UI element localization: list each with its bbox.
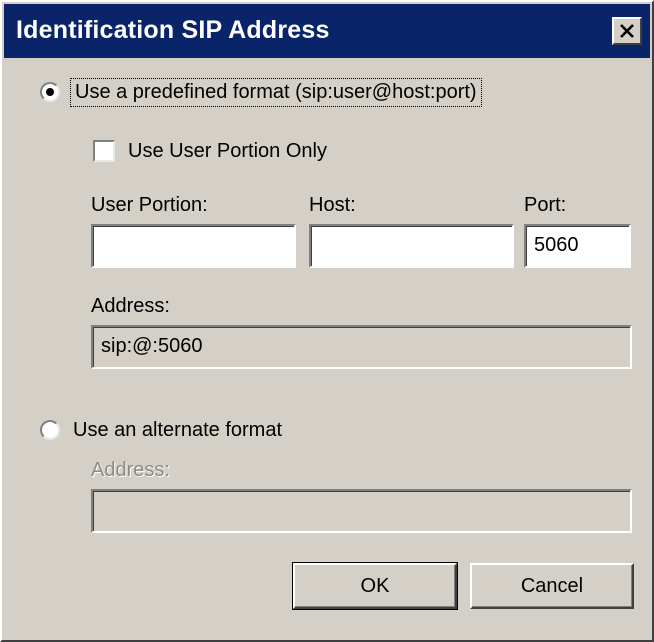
host-input[interactable] xyxy=(309,224,514,268)
title-bar[interactable]: Identification SIP Address xyxy=(4,4,650,58)
alternate-address-field xyxy=(91,489,632,533)
radio-selected-dot xyxy=(46,88,54,96)
address-field[interactable]: sip:@:5060 xyxy=(91,325,632,369)
alternate-format-label[interactable]: Use an alternate format xyxy=(73,419,282,442)
alternate-format-radio[interactable] xyxy=(40,420,60,440)
host-label: Host: xyxy=(309,194,356,216)
close-button[interactable] xyxy=(612,17,642,45)
port-input[interactable]: 5060 xyxy=(524,224,631,268)
use-user-portion-only-label[interactable]: Use User Portion Only xyxy=(128,140,327,163)
address-label: Address: xyxy=(91,295,170,317)
predefined-format-label[interactable]: Use a predefined format (sip:user@host:p… xyxy=(70,78,482,107)
ok-button[interactable]: OK xyxy=(292,562,458,610)
cancel-button[interactable]: Cancel xyxy=(470,563,634,609)
alternate-address-label: Address: xyxy=(91,459,170,481)
user-portion-label: User Portion: xyxy=(91,194,208,216)
dialog-title: Identification SIP Address xyxy=(16,16,330,44)
close-icon xyxy=(620,24,634,38)
use-user-portion-only-checkbox[interactable] xyxy=(93,140,115,162)
port-label: Port: xyxy=(524,194,567,216)
user-portion-input[interactable] xyxy=(91,224,296,268)
predefined-format-radio[interactable] xyxy=(40,82,60,102)
